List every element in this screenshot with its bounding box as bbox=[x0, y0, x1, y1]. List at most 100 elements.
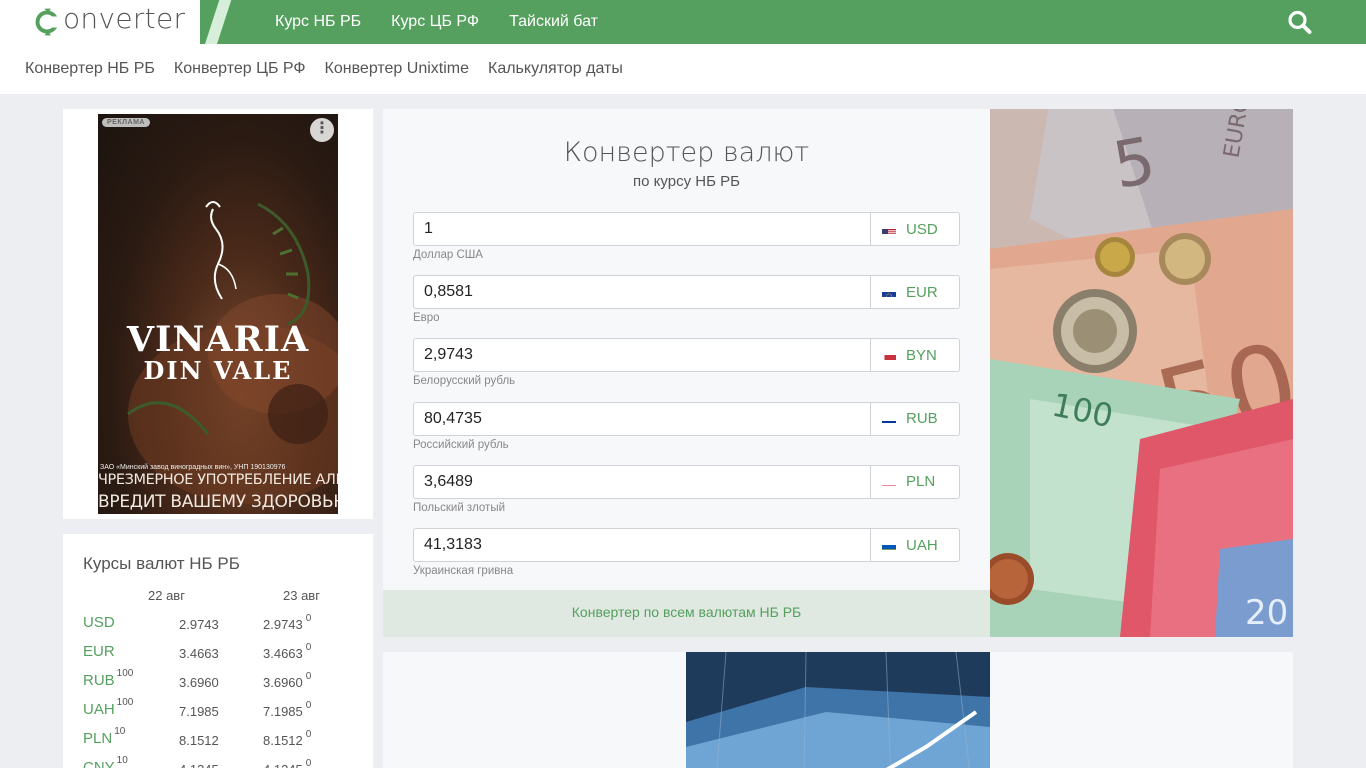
rate-row: EUR 3.4663 3.4663 0 bbox=[63, 642, 373, 672]
ad-banner[interactable]: РЕКЛАМА ⋮ VINARIA DIN VALE ЗАО «Минский … bbox=[98, 114, 338, 514]
pln-flag-icon bbox=[882, 477, 896, 487]
all-currencies-link[interactable]: Конвертер по всем валютам НБ РБ bbox=[383, 590, 990, 637]
note-20-label: 20 bbox=[1245, 593, 1288, 633]
currency-name: Евро bbox=[413, 312, 440, 325]
rate-row: RUB 100 3.6960 3.6960 0 bbox=[63, 668, 373, 701]
currency-code: USD bbox=[906, 220, 938, 238]
top-bar: onverter Курс НБ РБ Курс ЦБ РФ Тайский б… bbox=[0, 0, 1366, 44]
currency-select-button[interactable]: EUR bbox=[870, 275, 960, 310]
rate-code[interactable]: PLN 10 bbox=[83, 726, 125, 747]
rate-change: 0 bbox=[305, 642, 312, 653]
ad-label: РЕКЛАМА bbox=[102, 118, 150, 127]
currency-select-button[interactable]: UAH bbox=[870, 528, 960, 562]
rate-scale: 10 bbox=[116, 755, 128, 766]
rate-row: UAH 100 7.1985 7.1985 0 bbox=[63, 697, 373, 730]
logo-text: onverter bbox=[63, 2, 186, 35]
currency-select-button[interactable]: BYN bbox=[870, 338, 960, 373]
top-nav: Курс НБ РБ Курс ЦБ РФ Тайский бат bbox=[275, 0, 628, 44]
subnav-unixtime-converter[interactable]: Конвертер Unixtime bbox=[325, 60, 469, 78]
ad-menu-icon[interactable]: ⋮ bbox=[310, 118, 334, 142]
currency-name: Российский рубль bbox=[413, 438, 509, 451]
amount-input[interactable] bbox=[413, 464, 871, 499]
rate-change: 0 bbox=[305, 613, 312, 624]
currency-row: UAH Украинская гривна bbox=[413, 528, 960, 577]
rate-row: CNY10 4.1345 4.13450 bbox=[63, 755, 373, 768]
currency-select-button[interactable]: RUB bbox=[870, 401, 960, 436]
rate-value-day1: 7.1985 bbox=[179, 704, 219, 719]
currency-select-button[interactable]: USD bbox=[870, 212, 960, 246]
ad-figure-icon bbox=[205, 201, 237, 300]
rate-code[interactable]: USD bbox=[83, 614, 117, 631]
search-icon bbox=[1288, 10, 1312, 34]
rate-scale: 10 bbox=[114, 726, 126, 737]
ad-box: РЕКЛАМА ⋮ VINARIA DIN VALE ЗАО «Минский … bbox=[63, 109, 373, 519]
currency-row: BYN Белорусский рубль bbox=[413, 338, 960, 387]
rate-change: 0 bbox=[305, 729, 312, 740]
rate-row: PLN 10 8.1512 8.1512 0 bbox=[63, 726, 373, 759]
rate-change: 0 bbox=[305, 758, 312, 768]
rate-value-day2: 3.6960 0 bbox=[263, 671, 312, 690]
rate-change: 0 bbox=[305, 671, 312, 682]
rate-change: 0 bbox=[305, 700, 312, 711]
rate-value-day2: 8.1512 0 bbox=[263, 729, 312, 748]
rate-code[interactable]: RUB 100 bbox=[83, 668, 133, 689]
currency-code: UAH bbox=[906, 536, 938, 554]
subnav-nbrb-converter[interactable]: Конвертер НБ РБ bbox=[25, 60, 155, 78]
rate-value-day1: 3.6960 bbox=[179, 675, 219, 690]
eur-flag-icon bbox=[882, 288, 896, 297]
subnav-date-calculator[interactable]: Калькулятор даты bbox=[488, 60, 623, 78]
amount-input[interactable] bbox=[413, 212, 871, 246]
currency-name: Белорусский рубль bbox=[413, 375, 516, 388]
rate-code[interactable]: EUR bbox=[83, 643, 117, 660]
amount-input[interactable] bbox=[413, 338, 871, 373]
currency-name: Польский злотый bbox=[413, 501, 506, 514]
rate-value-day1: 3.4663 bbox=[179, 646, 219, 661]
uah-flag-icon bbox=[882, 541, 896, 550]
rates-title: Курсы валют НБ РБ bbox=[83, 554, 240, 573]
currency-chart-art bbox=[686, 652, 990, 768]
rate-value-day1: 4.1345 bbox=[179, 762, 219, 768]
rate-value-day2: 7.1985 0 bbox=[263, 700, 312, 719]
rate-value-day1: 2.9743 bbox=[179, 617, 219, 632]
rate-scale: 100 bbox=[116, 668, 134, 679]
rates-date2: 23 авг bbox=[283, 588, 320, 603]
usd-flag-icon bbox=[882, 225, 896, 234]
rate-value-day1: 8.1512 bbox=[179, 733, 219, 748]
nav-cbrf-rate[interactable]: Курс ЦБ РФ bbox=[391, 13, 479, 31]
currency-row: EUR Евро bbox=[413, 275, 960, 324]
site-logo[interactable]: onverter bbox=[32, 2, 185, 42]
ad-brand-line1: VINARIA bbox=[126, 319, 310, 360]
currency-row: PLN Польский злотый bbox=[413, 464, 960, 514]
currency-name: Доллар США bbox=[413, 249, 483, 261]
currency-code: EUR bbox=[906, 283, 938, 301]
amount-input[interactable] bbox=[413, 401, 871, 436]
nav-nbrb-rate[interactable]: Курс НБ РБ bbox=[275, 13, 361, 31]
amount-input[interactable] bbox=[413, 528, 871, 562]
converter-panel: Конвертер валют по курсу НБ РБ USD Доллар… bbox=[383, 109, 990, 637]
rates-date1: 22 авг bbox=[148, 588, 185, 603]
converter-title: Конвертер валют bbox=[563, 137, 810, 168]
currency-chart-image bbox=[686, 652, 990, 768]
ad-brand-line2: DIN VALE bbox=[143, 356, 293, 385]
search-button[interactable] bbox=[1286, 9, 1314, 35]
subnav-cbrf-converter[interactable]: Конвертер ЦБ РФ bbox=[174, 60, 306, 78]
banknotes-image: 5 EURO 50 100 20 bbox=[990, 109, 1293, 637]
currency-select-button[interactable]: PLN bbox=[870, 464, 960, 499]
logo-c-icon bbox=[35, 8, 60, 36]
currency-row: RUB Российский рубль bbox=[413, 401, 960, 451]
converter-subtitle: по курсу НБ РБ bbox=[633, 173, 740, 190]
nav-thai-baht[interactable]: Тайский бат bbox=[509, 13, 598, 31]
rate-value-day2: 4.13450 bbox=[263, 758, 311, 768]
rate-scale: 100 bbox=[116, 697, 134, 708]
ad-warning-line2: ВРЕДИТ ВАШЕМУ ЗДОРОВЬЮ bbox=[98, 492, 338, 512]
rate-code[interactable]: UAH 100 bbox=[83, 697, 133, 718]
bottom-section bbox=[383, 652, 1293, 768]
rub-flag-icon bbox=[882, 414, 896, 424]
rate-row: USD 2.9743 2.9743 0 bbox=[63, 613, 373, 643]
amount-input[interactable] bbox=[413, 275, 871, 310]
ad-small-print: ЗАО «Минский завод виноградных вин», УНП… bbox=[100, 464, 286, 471]
rate-value-day2: 2.9743 0 bbox=[263, 613, 312, 632]
byn-flag-icon bbox=[882, 351, 896, 360]
sub-nav: Конвертер НБ РБ Конвертер ЦБ РФ Конверте… bbox=[0, 44, 1366, 94]
rate-code[interactable]: CNY 10 bbox=[83, 755, 128, 768]
